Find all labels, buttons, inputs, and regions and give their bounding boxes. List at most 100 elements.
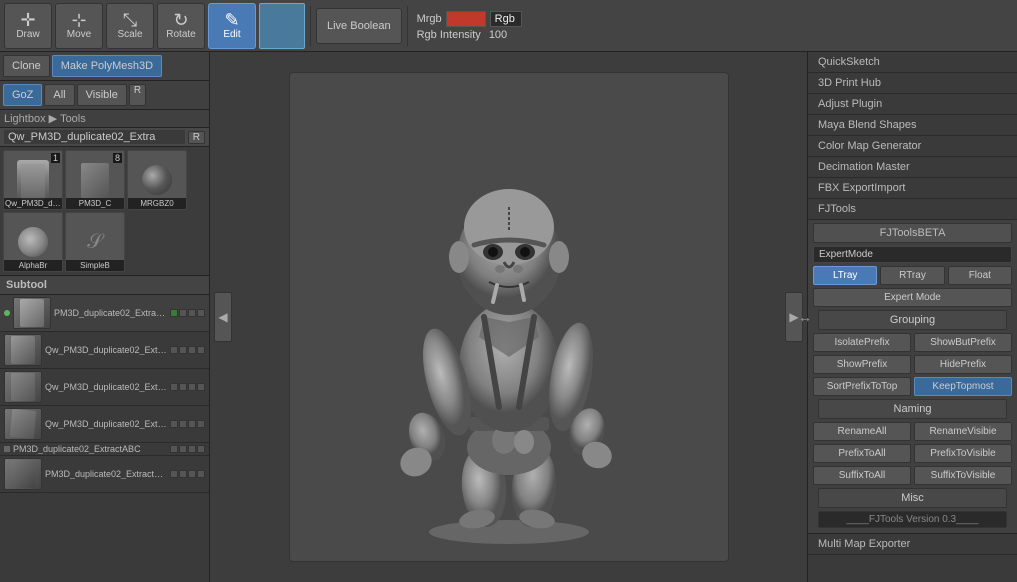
- subtool-item-0[interactable]: PM3D_duplicate02_ExtractABC: [0, 295, 209, 332]
- subtool-item-1[interactable]: Qw_PM3D_duplicate02_Extract: [0, 332, 209, 369]
- viewport[interactable]: [289, 72, 729, 562]
- draw-tool-btn[interactable]: ✛ Draw: [4, 3, 52, 49]
- tray-buttons-row: LTray RTray Float: [813, 266, 1012, 285]
- eye-ctrl-0[interactable]: [170, 309, 178, 317]
- lock-ctrl-3[interactable]: [179, 420, 187, 428]
- show-prefix-btn[interactable]: ShowPrefix: [813, 355, 911, 374]
- left-top-buttons: Clone Make PolyMesh3D: [0, 52, 209, 81]
- move-icon: ⊹: [71, 11, 86, 29]
- eye-ctrl-3[interactable]: [170, 420, 178, 428]
- eye-ctrl-4[interactable]: [170, 445, 178, 453]
- v-ctrl-3[interactable]: [197, 420, 205, 428]
- scale-tool-btn[interactable]: ⤡ Scale: [106, 3, 154, 49]
- thumb-vest[interactable]: 1 Qw_PM3D_dupli: [3, 150, 63, 210]
- goz-btn[interactable]: GoZ: [3, 84, 42, 106]
- all-btn[interactable]: All: [44, 84, 74, 106]
- edit-tool-btn[interactable]: ✎ Edit: [208, 3, 256, 49]
- suffix-to-all-btn[interactable]: SuffixToAll: [813, 466, 911, 485]
- ltray-btn[interactable]: LTray: [813, 266, 877, 285]
- sort-prefix-to-top-btn[interactable]: SortPrefixToTop: [813, 377, 911, 396]
- draw-icon: ✛: [20, 11, 35, 29]
- float-btn[interactable]: Float: [948, 266, 1012, 285]
- rotate-label: Rotate: [166, 29, 195, 40]
- right-item-adjustplugin[interactable]: Adjust Plugin: [808, 94, 1017, 115]
- thumb-alpha[interactable]: AlphaBr: [3, 212, 63, 272]
- right-item-decimationmaster[interactable]: Decimation Master: [808, 157, 1017, 178]
- misc-header: Misc: [818, 488, 1007, 508]
- eye-ctrl-1[interactable]: [170, 346, 178, 354]
- subtool-name-4: PM3D_duplicate02_ExtractABC: [13, 444, 167, 454]
- lock-ctrl-0[interactable]: [179, 309, 187, 317]
- lock-ctrl-1[interactable]: [179, 346, 187, 354]
- right-item-colormapgenerator[interactable]: Color Map Generator: [808, 136, 1017, 157]
- right-item-mayablendshapes[interactable]: Maya Blend Shapes: [808, 115, 1017, 136]
- subtool-item-3[interactable]: Qw_PM3D_duplicate02_Extract: [0, 406, 209, 443]
- subtool-thumb-1: [4, 334, 42, 366]
- v-ctrl-4[interactable]: [197, 445, 205, 453]
- keep-topmost-btn[interactable]: KeepTopmost: [914, 377, 1012, 396]
- geom-ctrl-0[interactable]: [188, 309, 196, 317]
- geom-ctrl-4[interactable]: [188, 445, 196, 453]
- geom-ctrl-1[interactable]: [188, 346, 196, 354]
- eye-ctrl-5[interactable]: [170, 470, 178, 478]
- rgb-swatch[interactable]: [446, 11, 486, 27]
- mrgb-row: Mrgb Rgb: [417, 11, 522, 27]
- resize-handle[interactable]: ↔: [798, 309, 812, 325]
- v-ctrl-5[interactable]: [197, 470, 205, 478]
- geom-ctrl-2[interactable]: [188, 383, 196, 391]
- thumb-sphere[interactable]: MRGBZ0: [127, 150, 187, 210]
- expert-mode-btn[interactable]: Expert Mode: [813, 288, 1012, 307]
- show-but-prefix-btn[interactable]: ShowButPrefix: [914, 333, 1012, 352]
- geom-ctrl-3[interactable]: [188, 420, 196, 428]
- rtray-btn[interactable]: RTray: [880, 266, 944, 285]
- subtool-name-2: Qw_PM3D_duplicate02_Extract: [45, 382, 167, 392]
- lock-ctrl-4[interactable]: [179, 445, 187, 453]
- geom-ctrl-5[interactable]: [188, 470, 196, 478]
- move-tool-btn[interactable]: ⊹ Move: [55, 3, 103, 49]
- thumb-label-3: MRGBZ0: [128, 198, 186, 209]
- separator-1: [310, 6, 311, 46]
- subtool-controls-3: [170, 420, 205, 428]
- rgb-intensity-label: Rgb Intensity: [417, 29, 481, 41]
- color-display: Mrgb Rgb Rgb Intensity 100: [417, 11, 522, 41]
- prefix-to-visible-btn[interactable]: PrefixToVisible: [914, 444, 1012, 463]
- thumb-brush[interactable]: 𝒮 SimpleB: [65, 212, 125, 272]
- hide-prefix-btn[interactable]: HidePrefix: [914, 355, 1012, 374]
- eye-ctrl-2[interactable]: [170, 383, 178, 391]
- v-ctrl-0[interactable]: [197, 309, 205, 317]
- scroll-left-btn[interactable]: ◀: [214, 292, 232, 342]
- make-polymesh-btn[interactable]: Make PolyMesh3D: [52, 55, 162, 77]
- subtool-item-5[interactable]: PM3D_duplicate02_ExtractABC: [0, 456, 209, 493]
- visible-btn[interactable]: Visible: [77, 84, 127, 106]
- right-item-fjtools[interactable]: FJTools: [808, 199, 1017, 220]
- clone-btn[interactable]: Clone: [3, 55, 50, 77]
- subtool-name-5: PM3D_duplicate02_ExtractABC: [45, 469, 167, 479]
- rename-all-btn[interactable]: RenameAll: [813, 422, 911, 441]
- subtool-name-1: Qw_PM3D_duplicate02_Extract: [45, 345, 167, 355]
- live-boolean-btn[interactable]: Live Boolean: [316, 8, 402, 44]
- thumb-tool[interactable]: 8 PM3D_C: [65, 150, 125, 210]
- isolate-prefix-btn[interactable]: IsolatePrefix: [813, 333, 911, 352]
- sort-keep-row: SortPrefixToTop KeepTopmost: [813, 377, 1012, 396]
- subtool-item-2[interactable]: Qw_PM3D_duplicate02_Extract: [0, 369, 209, 406]
- rotate-tool-btn[interactable]: ↻ Rotate: [157, 3, 205, 49]
- subtool-controls-4: [170, 445, 205, 453]
- lock-ctrl-2[interactable]: [179, 383, 187, 391]
- suffix-to-visible-btn[interactable]: SuffixToVisible: [914, 466, 1012, 485]
- separator-2: [407, 6, 408, 46]
- alpha-icon: [18, 227, 48, 257]
- color-swatch[interactable]: [259, 3, 305, 49]
- prefix-to-all-btn[interactable]: PrefixToAll: [813, 444, 911, 463]
- v-ctrl-1[interactable]: [197, 346, 205, 354]
- subtool-item-4[interactable]: PM3D_duplicate02_ExtractABC: [0, 443, 209, 456]
- draw-label: Draw: [16, 29, 39, 40]
- canvas-area[interactable]: ◀: [210, 52, 807, 582]
- v-ctrl-2[interactable]: [197, 383, 205, 391]
- lock-ctrl-5[interactable]: [179, 470, 187, 478]
- expert-mode-input[interactable]: [813, 246, 1012, 263]
- right-item-3dprinttub[interactable]: 3D Print Hub: [808, 73, 1017, 94]
- rename-visible-btn[interactable]: RenameVisibie: [914, 422, 1012, 441]
- right-item-quicksketch[interactable]: QuickSketch: [808, 52, 1017, 73]
- right-item-fbxexportimport[interactable]: FBX ExportImport: [808, 178, 1017, 199]
- right-item-multimapexporter[interactable]: Multi Map Exporter: [808, 534, 1017, 555]
